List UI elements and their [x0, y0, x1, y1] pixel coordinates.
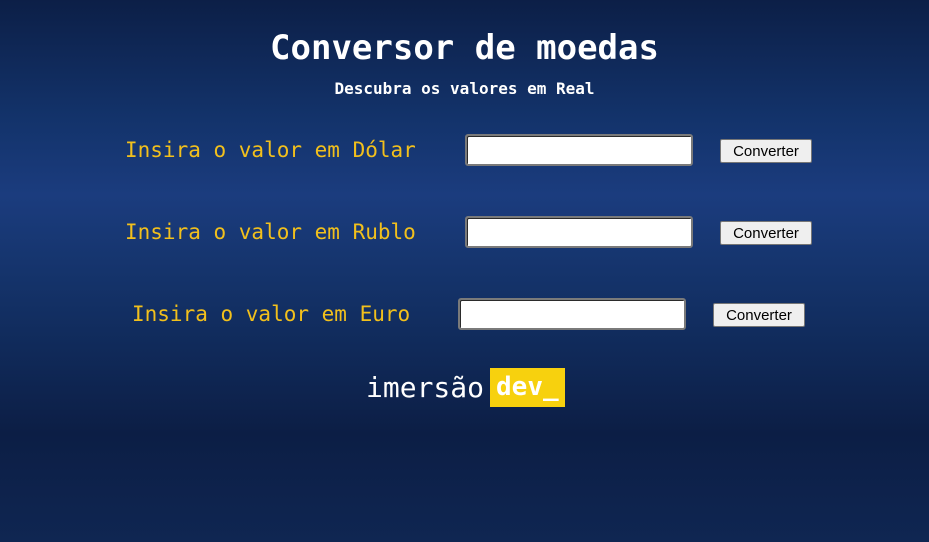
page-title: Conversor de moedas: [270, 28, 659, 68]
converter-row-dolar: Insira o valor em Dólar Converter: [0, 134, 929, 174]
rublo-input[interactable]: [465, 216, 693, 248]
euro-input[interactable]: [458, 298, 686, 330]
rublo-label: Insira o valor em Rublo: [125, 220, 416, 244]
page-subtitle: Descubra os valores em Real: [334, 79, 595, 98]
imersao-dev-logo: imersão dev_: [366, 367, 565, 407]
convert-euro-button[interactable]: Converter: [713, 303, 805, 327]
logo-word: imersão: [366, 370, 485, 404]
converter-row-euro: Insira o valor em Euro Converter: [0, 298, 929, 338]
dolar-label: Insira o valor em Dólar: [125, 138, 416, 162]
convert-rublo-button[interactable]: Converter: [720, 221, 812, 245]
convert-dolar-button[interactable]: Converter: [720, 139, 812, 163]
converter-row-rublo: Insira o valor em Rublo Converter: [0, 216, 929, 256]
dolar-input[interactable]: [465, 134, 693, 166]
logo-dev-badge: dev_: [490, 367, 565, 407]
euro-label: Insira o valor em Euro: [132, 302, 411, 326]
